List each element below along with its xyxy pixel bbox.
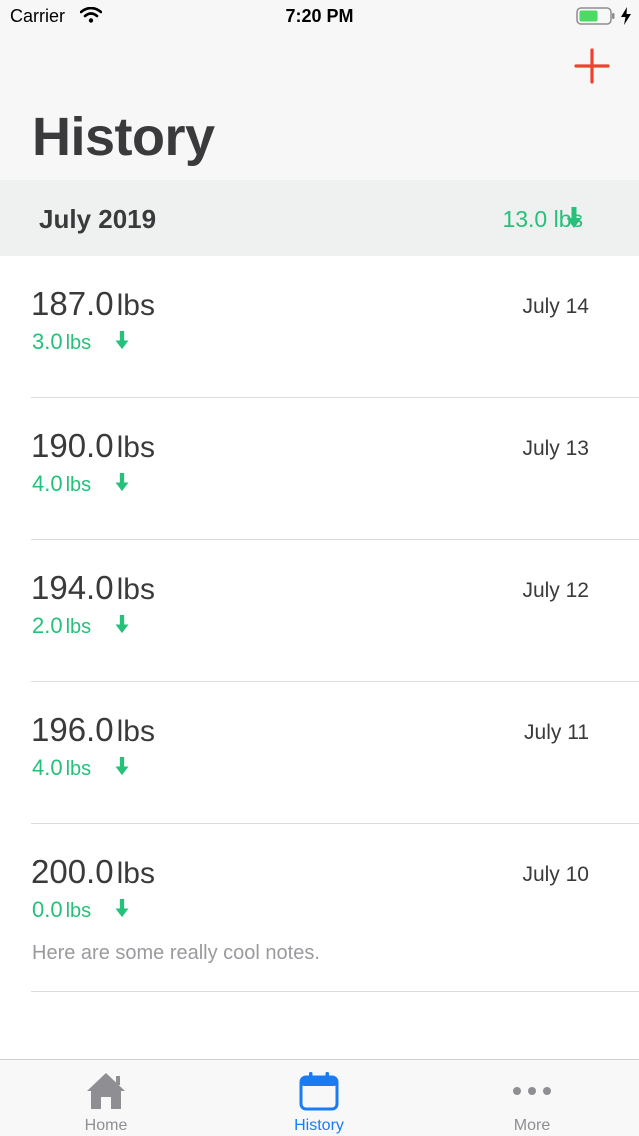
- entry-notes: Here are some really cool notes.: [32, 942, 320, 964]
- weight-change: 0.0 lbs: [32, 897, 92, 922]
- entry-date: July 12: [522, 579, 589, 602]
- list-item[interactable]: 200.0 lbs July 10 0.0 lbs Here are some re…: [0, 824, 639, 992]
- arrow-down-icon: [115, 899, 129, 923]
- tab-home[interactable]: Home: [46, 1060, 166, 1136]
- charging-icon: [620, 7, 632, 30]
- arrow-down-icon: [566, 207, 582, 234]
- list-item[interactable]: 190.0 lbs July 13 4.0 lbs: [0, 398, 639, 540]
- month-label: July 2019: [39, 204, 157, 234]
- weight-value: 194.0 lbs: [31, 569, 155, 606]
- status-bar: Carrier 7:20 PM: [0, 0, 639, 34]
- entry-date: July 10: [522, 863, 589, 886]
- entry-date: July 14: [522, 295, 589, 318]
- weight-change: 3.0 lbs: [32, 329, 92, 354]
- weight-value: 187.0 lbs: [31, 285, 155, 322]
- weight-value: 200.0 lbs: [31, 853, 155, 890]
- home-icon: [85, 1071, 127, 1116]
- page-title: History: [32, 107, 215, 167]
- add-entry-button[interactable]: [572, 46, 612, 86]
- tab-bar: Home History More: [0, 1059, 639, 1136]
- arrow-down-icon: [115, 473, 129, 497]
- tab-label: History: [294, 1117, 344, 1134]
- calendar-icon: [298, 1071, 340, 1116]
- tab-history[interactable]: History: [259, 1060, 379, 1136]
- history-list: 187.0 lbs July 14 3.0 lbs 190.0 lbs July 13…: [0, 256, 639, 992]
- arrow-down-icon: [115, 615, 129, 639]
- weight-change: 4.0 lbs: [32, 755, 92, 780]
- battery-icon: [576, 7, 616, 30]
- navigation-bar: History: [0, 34, 639, 180]
- list-item[interactable]: 187.0 lbs July 14 3.0 lbs: [0, 256, 639, 398]
- status-time: 7:20 PM: [285, 6, 354, 26]
- arrow-down-icon: [115, 331, 129, 355]
- arrow-down-icon: [115, 757, 129, 781]
- list-item[interactable]: 194.0 lbs July 12 2.0 lbs: [0, 540, 639, 682]
- more-icon: [511, 1071, 553, 1116]
- entry-date: July 11: [524, 721, 589, 744]
- weight-value: 196.0 lbs: [31, 711, 155, 748]
- tab-more[interactable]: More: [472, 1060, 592, 1136]
- list-item[interactable]: 196.0 lbs July 11 4.0 lbs: [0, 682, 639, 824]
- entry-date: July 13: [522, 437, 589, 460]
- month-section-header: July 2019 13.0 lbs: [0, 180, 639, 256]
- tab-label: More: [513, 1117, 551, 1134]
- weight-value: 190.0 lbs: [31, 427, 155, 464]
- plus-icon: [574, 48, 610, 84]
- tab-label: Home: [84, 1117, 128, 1134]
- weight-change: 2.0 lbs: [32, 613, 92, 638]
- weight-change: 4.0 lbs: [32, 471, 92, 496]
- row-divider: [31, 991, 639, 992]
